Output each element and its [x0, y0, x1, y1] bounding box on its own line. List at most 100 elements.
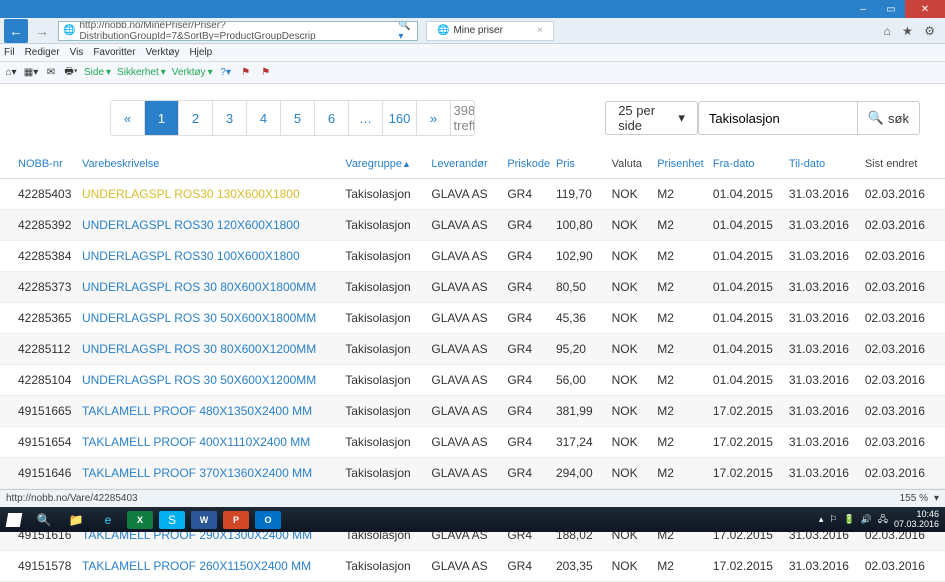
cell: 02.03.2016	[859, 396, 945, 427]
cell[interactable]: TAKLAMELL PROOF 370X1360X2400 MM	[76, 458, 339, 489]
browser-tab[interactable]: 🌐 Mine priser ×	[426, 21, 554, 41]
menu-rediger[interactable]: Rediger	[25, 47, 60, 58]
mail-icon[interactable]: ✉	[44, 66, 58, 80]
addon-icon-1[interactable]: ⚑	[239, 66, 253, 80]
system-tray[interactable]: ▴ ⚐ 🔋 🔊 🖧 10:46 07.03.2016	[813, 510, 945, 530]
cell[interactable]: TAKLAMELL PROOF 260X1150X2400 MM	[76, 551, 339, 582]
tray-network-icon[interactable]: 🖧	[878, 512, 888, 528]
cell: GLAVA AS	[425, 365, 501, 396]
forward-button[interactable]: →	[30, 19, 54, 43]
page-«[interactable]: «	[111, 101, 145, 135]
col-sist-endret[interactable]: Sist endret	[859, 150, 945, 179]
col-nobb[interactable]: NOBB-nr	[0, 150, 76, 179]
table-row[interactable]: 42285403UNDERLAGSPL ROS30 130X600X1800Ta…	[0, 179, 945, 210]
tray-battery-icon[interactable]: 🔋	[843, 514, 854, 525]
col-priskode[interactable]: Priskode	[501, 150, 550, 179]
tools-menu[interactable]: Verktøy ▾	[172, 67, 213, 78]
tray-clock[interactable]: 10:46 07.03.2016	[894, 510, 939, 530]
maximize-button[interactable]: ▭	[877, 0, 905, 18]
cell: 294,00	[550, 458, 606, 489]
page-3[interactable]: 3	[213, 101, 247, 135]
cell: M2	[651, 396, 707, 427]
page-»[interactable]: »	[417, 101, 451, 135]
task-outlook[interactable]: O	[255, 511, 281, 529]
cell: 203,35	[550, 551, 606, 582]
col-fra-dato[interactable]: Fra-dato	[707, 150, 783, 179]
cell: GLAVA AS	[425, 210, 501, 241]
cell[interactable]: UNDERLAGSPL ROS 30 50X600X1800MM	[76, 303, 339, 334]
cell: Takisolasjon	[339, 179, 425, 210]
col-leverandor[interactable]: Leverandør	[425, 150, 501, 179]
col-valuta[interactable]: Valuta	[606, 150, 652, 179]
safety-menu[interactable]: Sikkerhet ▾	[117, 67, 166, 78]
cell: M2	[651, 365, 707, 396]
table-row[interactable]: 49151646TAKLAMELL PROOF 370X1360X2400 MM…	[0, 458, 945, 489]
minimize-button[interactable]: –	[849, 0, 877, 18]
table-row[interactable]: 42285365UNDERLAGSPL ROS 30 50X600X1800MM…	[0, 303, 945, 334]
page-1[interactable]: 1	[145, 101, 179, 135]
search-button[interactable]: 🔍 søk	[858, 101, 920, 135]
cell[interactable]: UNDERLAGSPL ROS 30 80X600X1200MM	[76, 334, 339, 365]
task-search[interactable]: 🔍	[28, 507, 60, 532]
cell: 381,99	[550, 396, 606, 427]
addon-icon-2[interactable]: ⚑	[259, 66, 273, 80]
tray-volume-icon[interactable]: 🔊	[861, 514, 872, 525]
col-prisenhet[interactable]: Prisenhet	[651, 150, 707, 179]
table-row[interactable]: 42285373UNDERLAGSPL ROS 30 80X600X1800MM…	[0, 272, 945, 303]
cell: 31.03.2016	[783, 334, 859, 365]
task-ie[interactable]: e	[92, 507, 124, 532]
print-icon[interactable]: 🖶▾	[64, 66, 78, 80]
col-varebeskrivelse[interactable]: Varebeskrivelse	[76, 150, 339, 179]
search-input[interactable]	[709, 111, 847, 126]
table-row[interactable]: 42285384UNDERLAGSPL ROS30 100X600X1800Ta…	[0, 241, 945, 272]
tray-flag-icon[interactable]: ⚐	[829, 514, 837, 525]
task-excel[interactable]: X	[127, 511, 153, 529]
page-…[interactable]: …	[349, 101, 383, 135]
pagination-total: 3985 treff	[451, 101, 475, 135]
table-row[interactable]: 42285104UNDERLAGSPL ROS 30 50X600X1200MM…	[0, 365, 945, 396]
window-caption-icons: ⌂ ★ ⚙	[884, 24, 939, 38]
address-bar[interactable]: 🌐 http://nobb.no/MinePriser/Priser?Distr…	[58, 21, 418, 41]
home-icon[interactable]: ⌂▾	[4, 66, 18, 80]
cell[interactable]: UNDERLAGSPL ROS 30 80X600X1800MM	[76, 272, 339, 303]
table-row[interactable]: 49151578TAKLAMELL PROOF 260X1150X2400 MM…	[0, 551, 945, 582]
menu-vis[interactable]: Vis	[70, 47, 84, 58]
page-6[interactable]: 6	[315, 101, 349, 135]
back-button[interactable]: ←	[4, 19, 28, 43]
cell[interactable]: TAKLAMELL PROOF 400X1110X2400 MM	[76, 427, 339, 458]
task-word[interactable]: W	[191, 511, 217, 529]
table-row[interactable]: 42285392UNDERLAGSPL ROS30 120X600X1800Ta…	[0, 210, 945, 241]
menu-fil[interactable]: Fil	[4, 47, 15, 58]
menu-favoritter[interactable]: Favoritter	[93, 47, 135, 58]
help-icon[interactable]: ?▾	[219, 66, 233, 80]
page-160[interactable]: 160	[383, 101, 417, 135]
cell[interactable]: UNDERLAGSPL ROS30 130X600X1800	[76, 179, 339, 210]
zoom-dropdown-icon[interactable]: ▾	[934, 493, 939, 504]
task-powerpoint[interactable]: P	[223, 511, 249, 529]
task-skype[interactable]: S	[159, 511, 185, 529]
col-pris[interactable]: Pris	[550, 150, 606, 179]
table-header-row: NOBB-nr Varebeskrivelse Varegruppe▲ Leve…	[0, 150, 945, 179]
page-4[interactable]: 4	[247, 101, 281, 135]
menu-verktøy[interactable]: Verktøy	[146, 47, 180, 58]
menu-hjelp[interactable]: Hjelp	[189, 47, 212, 58]
table-row[interactable]: 42285112UNDERLAGSPL ROS 30 80X600X1200MM…	[0, 334, 945, 365]
close-button[interactable]: ✕	[905, 0, 945, 18]
cell[interactable]: UNDERLAGSPL ROS30 100X600X1800	[76, 241, 339, 272]
col-varegruppe[interactable]: Varegruppe▲	[339, 150, 425, 179]
table-row[interactable]: 49151665TAKLAMELL PROOF 480X1350X2400 MM…	[0, 396, 945, 427]
cell[interactable]: UNDERLAGSPL ROS30 120X600X1800	[76, 210, 339, 241]
page-menu[interactable]: Side ▾	[84, 67, 111, 78]
task-explorer[interactable]: 📁	[60, 507, 92, 532]
table-row[interactable]: 49151654TAKLAMELL PROOF 400X1110X2400 MM…	[0, 427, 945, 458]
per-page-dropdown[interactable]: 25 per side ▾	[605, 101, 698, 135]
page-5[interactable]: 5	[281, 101, 315, 135]
col-til-dato[interactable]: Til-dato	[783, 150, 859, 179]
feeds-icon[interactable]: ▦▾	[24, 66, 38, 80]
cell[interactable]: UNDERLAGSPL ROS 30 50X600X1200MM	[76, 365, 339, 396]
tray-up-icon[interactable]: ▴	[819, 514, 824, 525]
start-button[interactable]	[0, 507, 28, 532]
cell[interactable]: TAKLAMELL PROOF 480X1350X2400 MM	[76, 396, 339, 427]
page-2[interactable]: 2	[179, 101, 213, 135]
search-dropdown-icon[interactable]: 🔍▾	[398, 21, 413, 41]
